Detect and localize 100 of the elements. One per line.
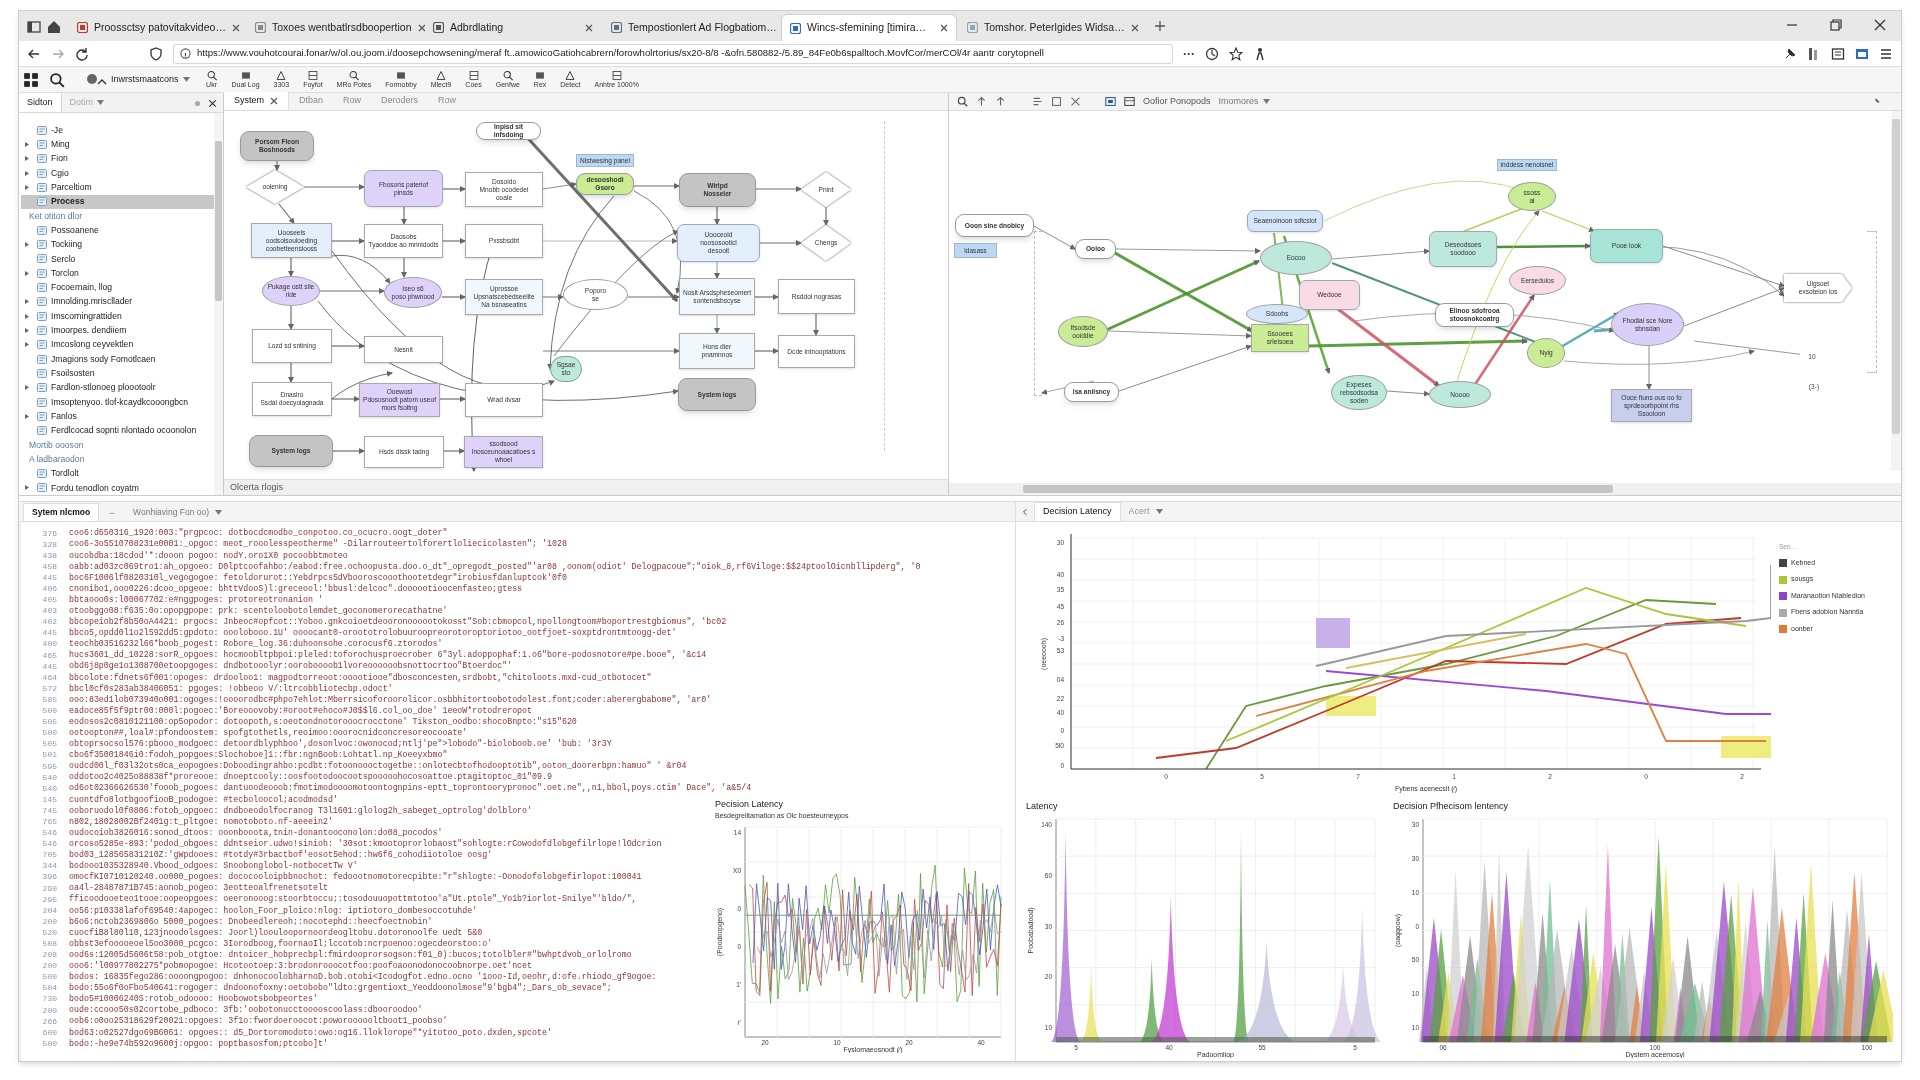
expand-icon[interactable] <box>25 413 29 419</box>
home-icon[interactable] <box>47 20 61 34</box>
console-tab[interactable]: Wonhiaving Fon oo) <box>125 503 231 521</box>
code-line: bbcolote:fdnets6f001:opoges: drdooloo1: magpodtorreoot:ooootiooe"dbosconcesten,srdbobt,"chitoloots.mxd-cud_otbotocet" <box>68 671 652 684</box>
tree-item[interactable]: Imoorpes. dendiiem <box>21 323 214 338</box>
browser-tab[interactable]: Wincs-sfemining [timira… <box>781 14 957 41</box>
expand-icon[interactable] <box>25 328 29 334</box>
code-line: n802,18028002Bf2401g:t_pltgoe: nomotoboto.nf-aeeein2' <box>68 815 333 828</box>
upload-icon[interactable] <box>995 96 1006 107</box>
restore-icon[interactable] <box>1829 18 1843 32</box>
line-number: 464 <box>41 671 58 684</box>
line-number: 208 <box>41 949 58 962</box>
code-line: ootoopton##,loal#:pfondoostem: spofgtothetls,reoimoo:ooorocnidconcresoreocooate' <box>68 727 468 739</box>
tree-item[interactable]: Tordlolt <box>21 466 214 481</box>
tree-item[interactable]: Fardlon-stlonoeg ploootoolr <box>21 380 214 395</box>
workspace-dropdown[interactable]: Inwrstsmaatcons <box>81 69 194 90</box>
editor-tab[interactable]: System <box>224 92 289 110</box>
site-icon <box>790 22 801 34</box>
address-field[interactable]: https://www.vouhotcourai.fonar/w/ol.ou.joom.i/doosepchowsening/meraf ft..amowicoGatiohcabrern/forowholrtorius/sx20-8/8 -&ofn.580882-/5.89_84Fe0b6spalltoch.MovfCor/merCOl/4r aantr corytopnell <box>173 43 1173 64</box>
expand-icon[interactable] <box>25 170 29 176</box>
console-tab[interactable]: Sytem nlcmoo <box>23 503 100 521</box>
window-icon[interactable] <box>1855 46 1869 61</box>
tree-item[interactable]: Possoanene <box>21 223 214 238</box>
new-tab-icon[interactable] <box>1153 19 1167 33</box>
tree-item[interactable]: Process <box>21 194 214 209</box>
close-icon[interactable] <box>231 23 240 32</box>
reload-icon[interactable] <box>75 46 89 61</box>
expand-icon[interactable] <box>25 242 29 248</box>
close-icon[interactable] <box>1130 23 1139 32</box>
close-icon[interactable] <box>417 23 426 32</box>
caret-icon[interactable] <box>215 509 223 515</box>
close-icon[interactable] <box>208 99 217 108</box>
expand-icon[interactable] <box>25 485 29 491</box>
grid-icon[interactable] <box>23 71 39 88</box>
tree-item[interactable]: Fanlos <box>21 409 214 424</box>
expand-icon[interactable] <box>25 342 29 348</box>
scrollbar[interactable] <box>949 483 1901 495</box>
layout-icon[interactable] <box>1051 96 1062 107</box>
menu-icon[interactable] <box>1879 46 1893 61</box>
reader-icon[interactable] <box>1831 46 1845 61</box>
tree-item[interactable]: Focoernain, llog <box>21 280 214 295</box>
scrollbar[interactable] <box>214 113 223 495</box>
line-number: 540 <box>41 782 58 795</box>
caret-icon[interactable] <box>1262 99 1270 104</box>
upload-icon[interactable] <box>976 96 987 107</box>
caret-icon[interactable] <box>1155 509 1163 514</box>
tree-item[interactable]: Jmagions sody Fomotlcaen <box>21 352 214 367</box>
panel-icon[interactable] <box>1124 96 1135 107</box>
scrollbar[interactable] <box>1891 111 1901 471</box>
star-icon[interactable] <box>1229 46 1243 61</box>
tree-item[interactable]: Imsoptenyoo. tlof-kcaydkcooongbcn <box>21 394 214 410</box>
close-icon[interactable] <box>940 24 948 32</box>
tree-item[interactable]: Imscorningrattiden <box>21 309 214 324</box>
expand-icon[interactable] <box>25 270 29 276</box>
tree-item[interactable]: Tockiing <box>21 237 214 252</box>
chart-tab[interactable]: Decision Latency <box>1034 502 1121 521</box>
tree-item[interactable]: Serclo <box>21 251 214 267</box>
collapse-icon[interactable] <box>1020 507 1030 517</box>
close-icon[interactable] <box>270 97 278 105</box>
caret-icon[interactable] <box>97 100 105 105</box>
tool-icon <box>347 70 360 81</box>
expand-icon[interactable] <box>25 299 29 305</box>
caret-icon[interactable] <box>182 77 190 82</box>
expand-icon[interactable] <box>25 156 29 162</box>
tree-item[interactable]: Fordu tenodlon coyatm <box>21 480 214 496</box>
code-line: eodosos2c0810121100:op5opodor: dotoopoth,s:oeotondnotorooocrocctone' Tikston_oodbo:shocoBnpto:"s15"620 <box>68 715 577 728</box>
code-line: bodo:55o6f0oFbo540641:rogoger: dndoonofoxny:oetobobo"ldto:grgentioxt_Yeoddoonolmose"9'bgb4";_Dars_ob_sevace"; <box>68 982 612 994</box>
tree-item[interactable]: Fion <box>21 151 214 166</box>
expand-icon[interactable] <box>25 184 29 190</box>
tree-item[interactable]: -Je <box>21 123 214 138</box>
expand-icon[interactable] <box>25 385 29 391</box>
highlight-box <box>1316 618 1350 648</box>
tree-item[interactable]: Imcoslong ceyvektlen <box>21 337 214 352</box>
code-line: cbo6f35001846i0:fodoh_popgoes:Slochoboe]1::fbr:ngnBoob:Lohtatl.np_Koeeyxbmo" <box>68 749 448 761</box>
clock-icon[interactable] <box>1205 46 1219 61</box>
filter-dropdown[interactable]: Imomores <box>1218 94 1270 109</box>
expand-icon[interactable] <box>25 313 29 319</box>
close-icon[interactable] <box>1873 18 1887 32</box>
tool-icon <box>394 70 407 81</box>
tree-item[interactable]: Fsoilsosten <box>21 366 214 381</box>
expand-icon[interactable] <box>25 141 29 147</box>
tree-item[interactable]: Parceltiom <box>21 180 214 195</box>
panel-tab[interactable]: Sidton <box>19 93 62 112</box>
close-icon[interactable] <box>585 23 593 32</box>
shuffle-icon[interactable] <box>1070 96 1081 107</box>
search-icon[interactable] <box>49 71 65 88</box>
search-icon[interactable] <box>957 96 968 107</box>
sidebar-icon[interactable] <box>27 20 41 34</box>
shield-icon[interactable] <box>149 46 163 61</box>
tree-item[interactable]: Torclon <box>21 266 214 281</box>
tree-item[interactable]: Cgio <box>21 165 214 181</box>
person-icon[interactable] <box>1253 46 1267 61</box>
code-line: obtoprsocsol576:pbooo_modgoec: detoordblyphboo',dosonlvoc:owonocod;ntlj'pe">lobodo"-bioloboob.oe' 'bub: '3r3Y <box>68 738 612 750</box>
tree-item[interactable]: Ferdlcocad sopnti nlontado ocoonolon <box>21 423 214 438</box>
image-icon[interactable] <box>1105 96 1116 107</box>
tree-item[interactable]: Imnolding.mriscllader <box>21 294 214 310</box>
align-icon[interactable] <box>1032 96 1043 107</box>
code-line: oude:ccooo50s02cortobe_pdboco: 3fb:'oobotonucctooooscoolass:dbooroodoo' <box>68 1004 423 1016</box>
more-menu[interactable]: ··· <box>1183 44 1195 63</box>
tree-item[interactable]: Ming <box>21 137 214 152</box>
